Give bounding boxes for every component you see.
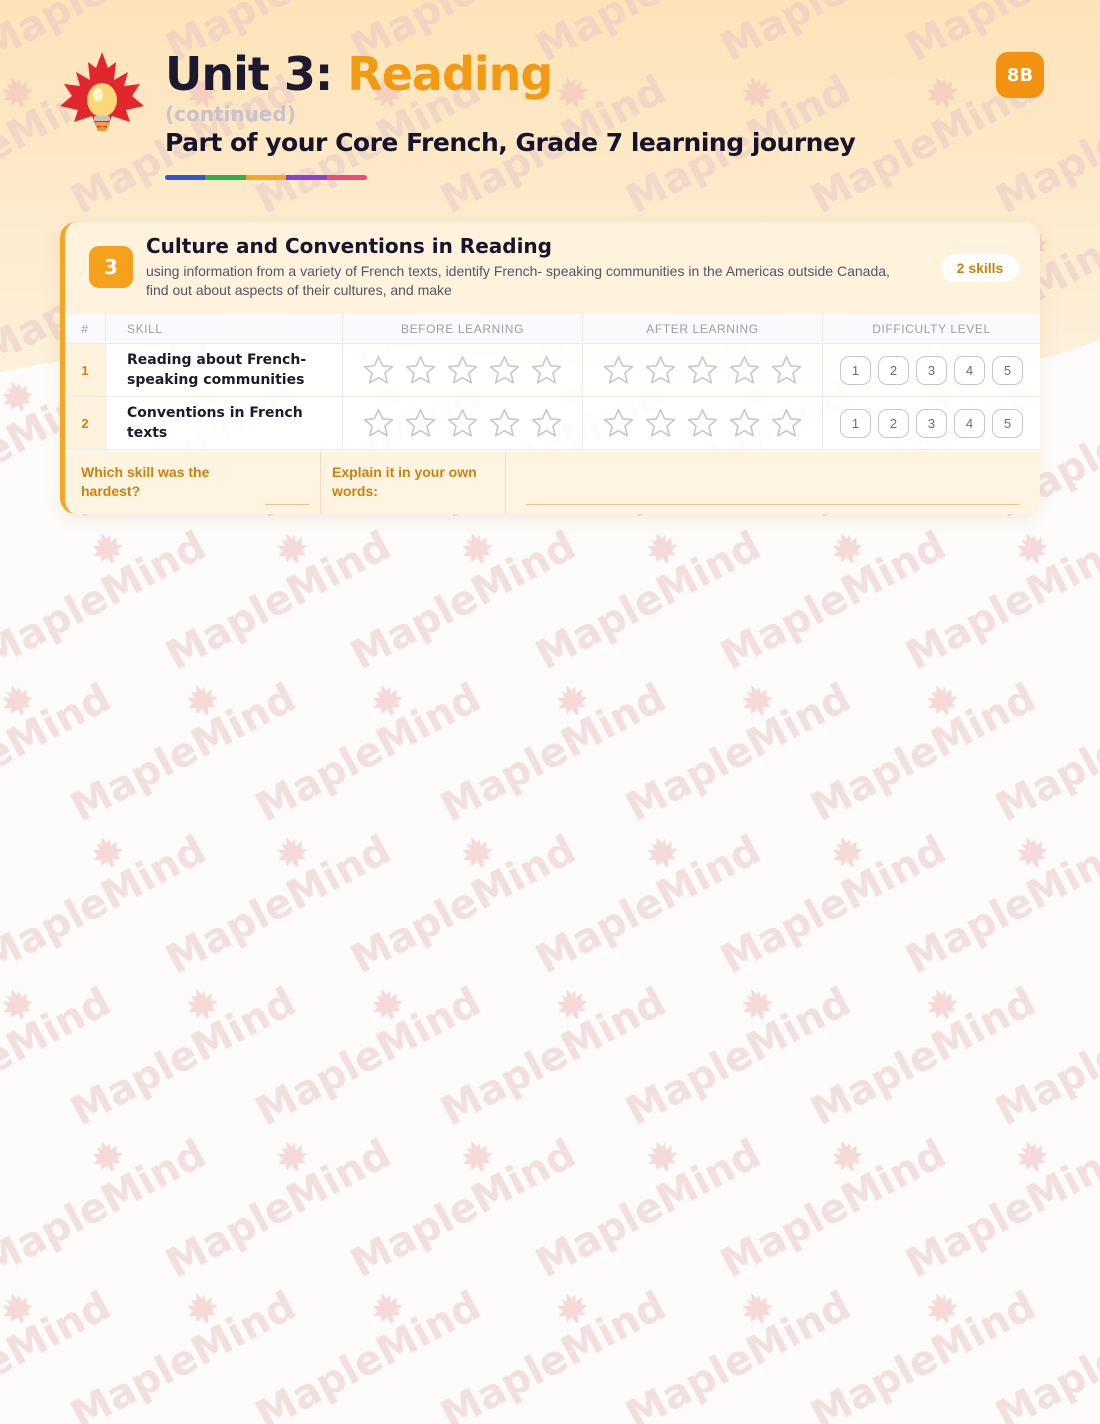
rainbow-segment [245,175,287,180]
header-difficulty-level: DIFFICULTY LEVEL [872,321,991,336]
explain-prompt: Explain it in your own words: [332,464,477,499]
star-rating-icon[interactable] [643,353,678,388]
star-rating-icon[interactable] [403,406,438,441]
skill-card: 3 Culture and Conventions in Reading usi… [60,222,1040,514]
page-subtitle: Part of your Core French, Grade 7 learni… [165,128,856,157]
reflection-divider [505,451,506,514]
star-rating-icon[interactable] [445,353,480,388]
maple-leaf-lightbulb-logo [60,52,144,131]
header-num: # [81,321,89,336]
rainbow-segment [205,175,246,180]
reflection-row: Which skill was the hardest? Explain it … [65,451,1040,514]
star-rating-icon[interactable] [445,406,480,441]
rainbow-segment [286,175,327,180]
star-rating-icon[interactable] [769,353,804,388]
rainbow-divider [165,175,367,180]
star-rating-icon[interactable] [361,406,396,441]
star-rating-icon[interactable] [727,353,762,388]
difficulty-level-button[interactable]: 4 [954,408,985,438]
table-header-row: # SKILL BEFORE LEARNING AFTER LEARNING D… [65,314,1040,344]
hardest-skill-question: Which skill was the hardest? [81,464,210,499]
difficulty-level-button[interactable]: 5 [992,408,1023,438]
skill-name-line: texts [127,425,168,441]
difficulty-level-button[interactable]: 5 [992,355,1023,385]
skills-table: # SKILL BEFORE LEARNING AFTER LEARNING D… [65,314,1040,450]
card-title: Culture and Conventions in Reading [146,234,552,258]
difficulty-level-button[interactable]: 1 [840,408,871,438]
table-row: 2 Conventions in French texts 12345 [65,397,1040,450]
row-number: 1 [81,362,89,378]
before-stars [361,406,564,441]
star-rating-icon[interactable] [403,353,438,388]
difficulty-levels: 12345 [840,355,1023,385]
star-rating-icon[interactable] [361,353,396,388]
table-row: 1 Reading about French-speaking communit… [65,344,1040,397]
header-before-learning: BEFORE LEARNING [400,321,525,336]
row-number: 2 [81,415,89,431]
difficulty-level-button[interactable]: 4 [954,355,985,385]
continued-label: (continued) [165,102,296,126]
difficulty-level-button[interactable]: 1 [840,355,871,385]
card-header: 3 Culture and Conventions in Reading usi… [65,222,1040,314]
page-badge: 8B [996,52,1044,98]
star-rating-icon[interactable] [727,406,762,441]
header-skill: SKILL [127,321,163,336]
before-stars [361,353,564,388]
star-rating-icon[interactable] [769,406,804,441]
star-rating-icon[interactable] [685,353,720,388]
card-description: using information from a variety of Fren… [146,263,890,298]
skill-name-line: Reading about French- [127,352,307,368]
star-rating-icon[interactable] [601,406,636,441]
hardest-skill-answer-line[interactable] [265,504,309,505]
star-rating-icon[interactable] [529,406,564,441]
difficulty-levels: 12345 [840,408,1023,438]
difficulty-level-button[interactable]: 3 [916,355,947,385]
after-stars [601,353,804,388]
star-rating-icon[interactable] [487,353,522,388]
rainbow-segment [326,175,367,180]
unit-title-topic: Reading [347,47,553,101]
card-number-badge: 3 [89,246,133,288]
star-rating-icon[interactable] [601,353,636,388]
unit-title-prefix: Unit 3: [165,47,348,101]
header-after-learning: AFTER LEARNING [646,321,759,336]
star-rating-icon[interactable] [487,406,522,441]
skills-count-pill: 2 skills [941,254,1019,282]
star-rating-icon[interactable] [529,353,564,388]
difficulty-level-button[interactable]: 3 [916,408,947,438]
skill-name: Reading about French-speaking communitie… [127,350,306,390]
rainbow-segment [165,175,206,180]
skill-name-line: speaking communities [127,372,305,388]
skill-name-line: Conventions in French [127,405,303,421]
difficulty-level-button[interactable]: 2 [878,355,909,385]
star-rating-icon[interactable] [685,406,720,441]
difficulty-level-button[interactable]: 2 [878,408,909,438]
unit-title: Unit 3: Reading [165,44,553,104]
skill-name: Conventions in French texts [127,403,303,443]
star-rating-icon[interactable] [643,406,678,441]
explain-answer-line[interactable] [526,504,1019,505]
after-stars [601,406,804,441]
reflection-divider [320,451,321,514]
